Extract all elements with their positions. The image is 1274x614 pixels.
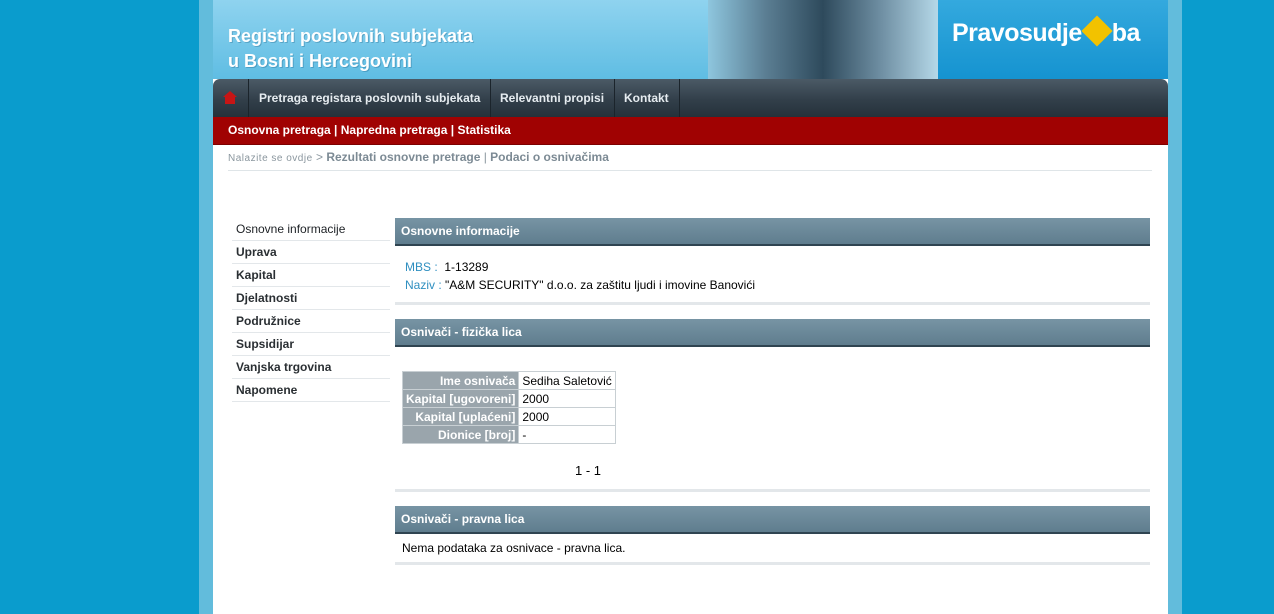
table-row: Ime osnivača Sediha Saletović xyxy=(401,371,616,390)
subnav-separator: | xyxy=(447,123,458,137)
home-icon xyxy=(223,91,237,104)
sidebar-item-capital[interactable]: Kapital xyxy=(232,264,390,287)
sub-nav: Osnovna pretraga | Napredna pretraga | S… xyxy=(213,117,1168,145)
site-title-line-1: Registri poslovnih subjekata xyxy=(228,26,474,46)
sidebar-item-branches[interactable]: Podružnice xyxy=(232,310,390,333)
mbs-row: MBS : 1-13289 xyxy=(395,246,1150,276)
founder-name-value: Sediha Saletović xyxy=(518,371,616,390)
table-row: Kapital [ugovoreni] 2000 xyxy=(401,389,616,408)
founders-table: Ime osnivača Sediha Saletović Kapital [u… xyxy=(401,371,616,444)
subnav-advanced-search[interactable]: Napredna pretraga xyxy=(341,123,448,137)
nav-item-search-registers[interactable]: Pretraga registara poslovnih subjekata xyxy=(249,79,492,117)
pagination-label: 1 - 1 xyxy=(575,463,602,478)
subnav-basic-search[interactable]: Osnovna pretraga xyxy=(228,123,331,137)
nav-item-regulations[interactable]: Relevantni propisi xyxy=(490,79,616,117)
nav-home-button[interactable] xyxy=(213,79,249,117)
main-content: Osnovne informacije MBS : 1-13289 Naziv … xyxy=(395,218,1150,565)
sidebar-item-activities[interactable]: Djelatnosti xyxy=(232,287,390,310)
subnav-separator: | xyxy=(330,123,341,137)
sidebar-item-notes[interactable]: Napomene xyxy=(232,379,390,402)
sidebar-item-subsidiary[interactable]: Supsidijar xyxy=(232,333,390,356)
justice-statue-image xyxy=(708,0,938,79)
table-row: Kapital [uplaćeni] 2000 xyxy=(401,407,616,426)
no-data-message: Nema podataka za osnivace - pravna lica. xyxy=(402,541,626,555)
logo-text-right: ba xyxy=(1111,19,1141,47)
logo-text-left: Pravosudje xyxy=(952,19,1082,47)
founders-natural-body: Ime osnivača Sediha Saletović Kapital [u… xyxy=(395,347,1150,489)
pravosudje-logo[interactable]: Pravosudje ba xyxy=(938,0,1168,79)
site-title: Registri poslovnih subjekata u Bosni i H… xyxy=(228,24,473,74)
section-divider xyxy=(395,562,1150,565)
breadcrumb-here: Nalazite se ovdje xyxy=(228,153,313,164)
basic-info-body: MBS : 1-13289 Naziv : "A&M SECURITY" d.o… xyxy=(395,246,1150,302)
sidebar-item-management[interactable]: Uprava xyxy=(232,241,390,264)
mbs-label: MBS : xyxy=(405,260,438,274)
capital-contracted-value: 2000 xyxy=(518,389,616,408)
breadcrumb-results-link[interactable]: Rezultati osnovne pretrage xyxy=(326,150,480,164)
breadcrumb-separator: | xyxy=(480,150,491,164)
logo-badge-icon xyxy=(1081,15,1113,47)
site-title-line-2: u Bosni i Hercegovini xyxy=(228,51,413,71)
capital-paid-value: 2000 xyxy=(518,407,616,426)
founders-legal-body: Nema podataka za osnivace - pravna lica. xyxy=(395,534,1150,562)
section-header-basic-info: Osnovne informacije xyxy=(395,218,1150,246)
shares-count-label: Dionice [broj] xyxy=(401,425,520,444)
name-label: Naziv : xyxy=(405,278,442,292)
name-value: "A&M SECURITY" d.o.o. za zaštitu ljudi i… xyxy=(445,278,755,292)
page-container: Registri poslovnih subjekata u Bosni i H… xyxy=(213,0,1168,614)
sidebar-item-foreign-trade[interactable]: Vanjska trgovina xyxy=(232,356,390,379)
breadcrumb: Nalazite se ovdje > Rezultati osnovne pr… xyxy=(228,150,1152,171)
founder-name-label: Ime osnivača xyxy=(401,371,520,390)
nav-item-contact[interactable]: Kontakt xyxy=(614,79,680,117)
breadcrumb-arrow: > xyxy=(312,150,327,164)
table-row: Dionice [broj] - xyxy=(401,425,616,444)
main-nav: Pretraga registara poslovnih subjekata R… xyxy=(213,79,1168,117)
section-header-founders-legal: Osnivači - pravna lica xyxy=(395,506,1150,534)
capital-paid-label: Kapital [uplaćeni] xyxy=(401,407,520,426)
mbs-value: 1-13289 xyxy=(444,260,489,274)
section-header-founders-natural: Osnivači - fizička lica xyxy=(395,319,1150,347)
subnav-statistics[interactable]: Statistika xyxy=(457,123,510,137)
name-row: Naziv : "A&M SECURITY" d.o.o. za zaštitu… xyxy=(395,276,1150,294)
shares-count-value: - xyxy=(518,425,616,444)
sidebar-item-basic-info[interactable]: Osnovne informacije xyxy=(232,218,390,241)
breadcrumb-current: Podaci o osnivačima xyxy=(490,150,609,164)
capital-contracted-label: Kapital [ugovoreni] xyxy=(401,389,520,408)
header-banner: Registri poslovnih subjekata u Bosni i H… xyxy=(213,0,1168,79)
sidebar-menu: Osnovne informacije Uprava Kapital Djela… xyxy=(232,218,390,402)
